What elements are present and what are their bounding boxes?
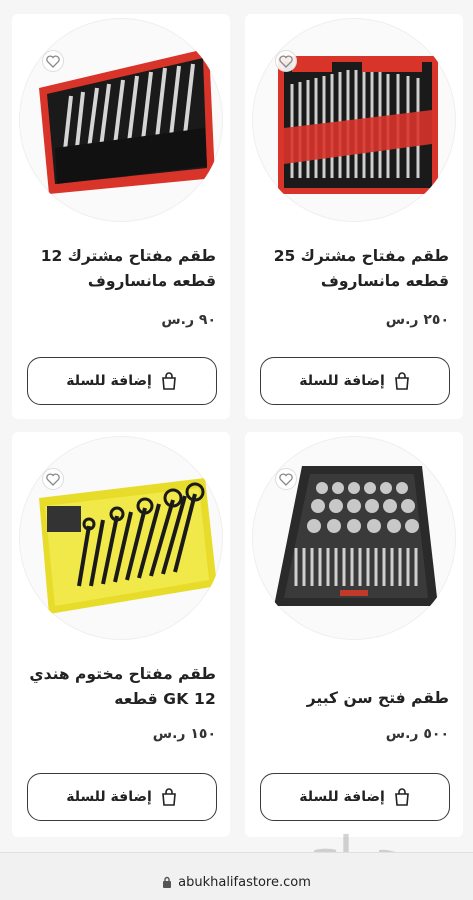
product-price: ١٥٠ ر.س	[152, 726, 216, 742]
product-title[interactable]: طقم مفتاح مختوم هندي GK 12 قطعه	[22, 662, 216, 712]
wishlist-heart-icon[interactable]	[275, 468, 297, 490]
product-price: ٥٠٠ ر.س	[385, 726, 449, 742]
add-to-cart-button[interactable]: إضافة للسلة	[27, 357, 217, 405]
product-price: ٩٠ ر.س	[161, 312, 216, 328]
lock-icon	[163, 876, 172, 888]
add-to-cart-label: إضافة للسلة	[66, 789, 152, 805]
add-to-cart-label: إضافة للسلة	[299, 789, 385, 805]
product-card[interactable]: طقم فتح سن كبير ٥٠٠ ر.س إضافة للسلة	[245, 432, 463, 837]
shopping-bag-icon	[161, 788, 176, 806]
browser-address-bar[interactable]: abukhalifastore.com	[0, 852, 473, 900]
wishlist-heart-icon[interactable]	[275, 50, 297, 72]
product-image-wrench-set-12[interactable]	[19, 18, 223, 222]
add-to-cart-button[interactable]: إضافة للسلة	[260, 357, 450, 405]
product-title[interactable]: طقم فتح سن كبير	[255, 686, 449, 711]
product-title[interactable]: طقم مفتاح مشترك 25 قطعه مانساروف	[255, 244, 449, 294]
product-title[interactable]: طقم مفتاح مشترك 12 قطعه مانساروف	[22, 244, 216, 294]
add-to-cart-button[interactable]: إضافة للسلة	[27, 773, 217, 821]
product-price: ٢٥٠ ر.س	[385, 312, 449, 328]
product-image-ring-spanner-set[interactable]	[19, 436, 223, 640]
wishlist-heart-icon[interactable]	[42, 50, 64, 72]
product-card[interactable]: طقم مفتاح مختوم هندي GK 12 قطعه ١٥٠ ر.س …	[12, 432, 230, 837]
add-to-cart-label: إضافة للسلة	[66, 373, 152, 389]
url-display[interactable]: abukhalifastore.com	[0, 875, 473, 890]
product-card[interactable]: طقم مفتاح مشترك 12 قطعه مانساروف ٩٠ ر.س …	[12, 14, 230, 419]
wishlist-heart-icon[interactable]	[42, 468, 64, 490]
add-to-cart-button[interactable]: إضافة للسلة	[260, 773, 450, 821]
url-text: abukhalifastore.com	[178, 875, 311, 890]
shopping-bag-icon	[394, 372, 409, 390]
shopping-bag-icon	[394, 788, 409, 806]
product-card[interactable]: طقم مفتاح مشترك 25 قطعه مانساروف ٢٥٠ ر.س…	[245, 14, 463, 419]
shopping-bag-icon	[161, 372, 176, 390]
add-to-cart-label: إضافة للسلة	[299, 373, 385, 389]
product-image-tap-die-set[interactable]	[252, 436, 456, 640]
product-image-wrench-set-25[interactable]	[252, 18, 456, 222]
